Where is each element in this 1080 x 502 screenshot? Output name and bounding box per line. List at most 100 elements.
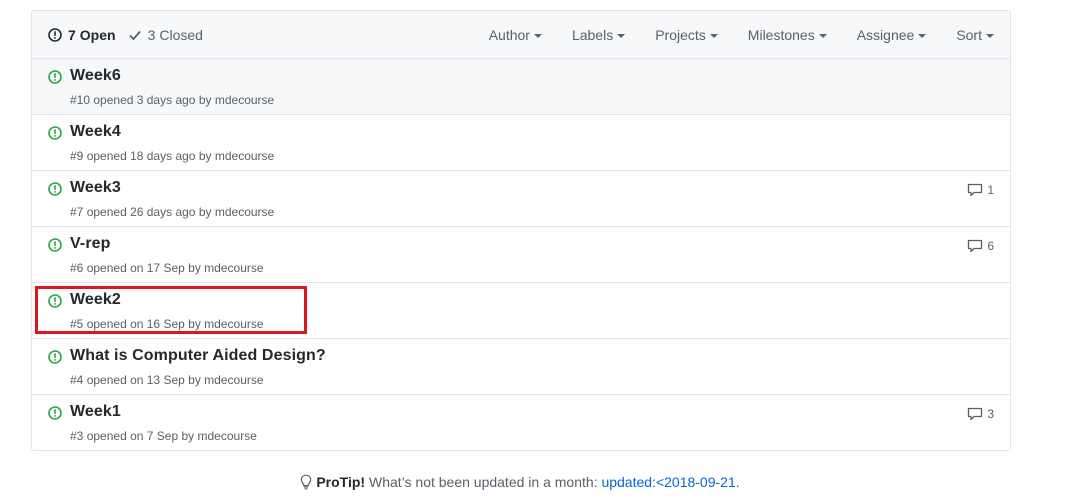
issue-opened-icon <box>48 182 62 196</box>
issue-meta: #7 opened 26 days ago by mdecourse <box>70 205 274 219</box>
issue-title-link[interactable]: Week3 <box>70 179 121 197</box>
issue-by: by <box>198 93 212 107</box>
assignee-filter-label: Assignee <box>856 26 915 43</box>
issue-author-link[interactable]: mdecourse <box>204 373 263 387</box>
comments-link[interactable]: 1 <box>967 183 994 197</box>
comment-count: 6 <box>987 239 994 253</box>
issue-author-link[interactable]: mdecourse <box>204 317 263 331</box>
closed-label: Closed <box>159 26 203 43</box>
issue-by: by <box>198 149 212 163</box>
issue-row[interactable]: Week2 #5 opened on 16 Sep by mdecourse <box>32 283 1010 339</box>
milestones-filter-label: Milestones <box>747 26 815 43</box>
issue-opened-time: opened 18 days ago <box>86 149 196 163</box>
assignee-filter[interactable]: Assignee <box>857 27 927 43</box>
open-count: 7 <box>68 26 76 43</box>
open-label: Open <box>79 26 116 43</box>
issue-opened-icon <box>48 238 62 252</box>
protip-label: ProTip! <box>316 474 366 490</box>
issue-number: #6 <box>70 261 84 275</box>
issue-row[interactable]: V-rep #6 opened on 17 Sep by mdecourse 6 <box>32 227 1010 283</box>
issue-author-link[interactable]: mdecourse <box>204 261 263 275</box>
issue-title-link[interactable]: Week1 <box>70 403 121 421</box>
comment-count: 1 <box>987 183 994 197</box>
issue-by: by <box>181 429 195 443</box>
protip-search-link[interactable]: updated:<2018-09-21 <box>601 474 735 490</box>
comment-icon <box>968 239 983 253</box>
sort-filter-label: Sort <box>956 26 982 43</box>
issue-author-link[interactable]: mdecourse <box>215 93 274 107</box>
issue-number: #10 <box>70 93 91 107</box>
issue-title-link[interactable]: Week4 <box>70 123 121 141</box>
issue-title-link[interactable]: What is Computer Aided Design? <box>70 347 326 365</box>
comment-icon <box>968 407 983 421</box>
labels-filter[interactable]: Labels <box>571 26 626 43</box>
author-filter[interactable]: Author <box>489 27 542 43</box>
issue-opened-time: opened on 17 Sep <box>86 261 185 275</box>
author-filter-label: Author <box>488 26 530 43</box>
chevron-down-icon <box>617 33 626 38</box>
issue-opened-icon <box>48 70 62 84</box>
issue-meta: #9 opened 18 days ago by mdecourse <box>70 149 274 163</box>
milestones-filter[interactable]: Milestones <box>748 27 827 43</box>
issue-opened-time: opened on 13 Sep <box>86 373 185 387</box>
issues-list-header: 7 Open 3 Closed Author Labels Projects M… <box>32 11 1010 59</box>
issue-row[interactable]: Week1 #3 opened on 7 Sep by mdecourse 3 <box>32 395 1010 450</box>
issue-opened-time: opened 3 days ago <box>93 93 196 107</box>
issue-opened-icon <box>48 406 62 420</box>
projects-filter-label: Projects <box>655 26 706 43</box>
issue-opened-icon <box>48 27 62 42</box>
issue-opened-time: opened on 16 Sep <box>86 317 185 331</box>
comment-icon <box>968 183 983 197</box>
chevron-down-icon <box>986 33 994 38</box>
issue-row[interactable]: What is Computer Aided Design? #4 opened… <box>32 339 1010 395</box>
issue-author-link[interactable]: mdecourse <box>215 149 274 163</box>
filter-bar: Author Labels Projects Milestones Assign… <box>489 11 1010 58</box>
issue-meta: #4 opened on 13 Sep by mdecourse <box>70 373 264 387</box>
issue-by: by <box>198 205 212 219</box>
issues-list: 7 Open 3 Closed Author Labels Projects M… <box>31 10 1011 451</box>
protip: ProTip! What’s not been updated in a mon… <box>0 474 1040 490</box>
projects-filter[interactable]: Projects <box>655 27 718 43</box>
issue-meta: #10 opened 3 days ago by mdecourse <box>70 93 274 107</box>
issue-opened-time: opened on 7 Sep <box>86 429 179 443</box>
issue-by: by <box>188 317 201 331</box>
issue-row[interactable]: Week6 #10 opened 3 days ago by mdecourse <box>32 59 1010 115</box>
issue-meta: #6 opened on 17 Sep by mdecourse <box>70 261 264 275</box>
issue-title-link[interactable]: Week2 <box>70 291 121 309</box>
chevron-down-icon <box>533 33 542 38</box>
sort-filter[interactable]: Sort <box>956 27 994 43</box>
light-bulb-icon <box>301 474 312 490</box>
issue-opened-icon <box>48 294 62 308</box>
closed-count: 3 <box>147 26 156 43</box>
comment-count: 3 <box>987 407 994 421</box>
issue-title-link[interactable]: Week6 <box>70 67 121 85</box>
issue-row[interactable]: Week3 #7 opened 26 days ago by mdecourse… <box>32 171 1010 227</box>
closed-issues-toggle[interactable]: 3 Closed <box>128 27 203 43</box>
chevron-down-icon <box>818 33 827 38</box>
issue-author-link[interactable]: mdecourse <box>198 429 257 443</box>
issue-title-link[interactable]: V-rep <box>70 235 111 253</box>
protip-suffix: . <box>735 474 740 490</box>
issue-opened-icon <box>48 126 62 140</box>
issue-opened-time: opened 26 days ago <box>86 205 196 219</box>
comments-link[interactable]: 3 <box>967 407 994 421</box>
chevron-down-icon <box>709 33 718 38</box>
labels-filter-label: Labels <box>571 26 614 43</box>
issue-number: #9 <box>70 149 84 163</box>
state-toggles: 7 Open 3 Closed <box>32 27 215 43</box>
comments-link[interactable]: 6 <box>967 239 994 253</box>
issue-author-link[interactable]: mdecourse <box>215 205 274 219</box>
open-issues-toggle[interactable]: 7 Open <box>48 27 116 43</box>
issue-by: by <box>188 261 201 275</box>
issue-number: #4 <box>70 373 84 387</box>
check-icon <box>128 30 141 40</box>
protip-text: What’s not been updated in a month: <box>365 474 602 490</box>
issue-opened-icon <box>48 350 62 364</box>
chevron-down-icon <box>918 33 927 38</box>
issue-number: #5 <box>70 317 84 331</box>
issue-row[interactable]: Week4 #9 opened 18 days ago by mdecourse <box>32 115 1010 171</box>
issue-meta: #5 opened on 16 Sep by mdecourse <box>70 317 264 331</box>
issue-by: by <box>188 373 201 387</box>
issue-number: #7 <box>70 205 84 219</box>
issue-number: #3 <box>70 429 84 443</box>
